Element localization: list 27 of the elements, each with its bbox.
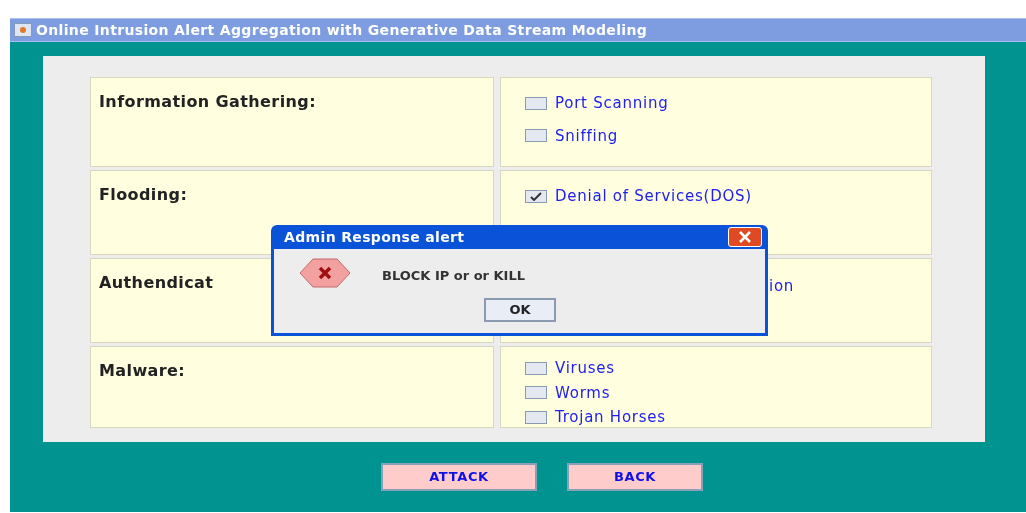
category-label: Information Gathering: (99, 92, 316, 111)
attack-checkbox[interactable]: Denial of Services(DOS) (525, 185, 931, 208)
error-icon (299, 258, 351, 288)
checkbox[interactable] (525, 361, 547, 375)
category-label: Flooding: (99, 185, 188, 204)
close-icon (738, 231, 752, 243)
category-label: Malware: (99, 361, 186, 380)
checkbox[interactable] (525, 410, 547, 424)
app-icon (14, 23, 32, 37)
dialog-message: BLOCK IP or or KILL (382, 267, 526, 285)
attack-checkbox[interactable]: Sniffing (525, 124, 931, 147)
close-button[interactable] (728, 227, 762, 247)
checkbox[interactable] (525, 386, 547, 400)
checkbox[interactable] (525, 96, 547, 110)
ok-button[interactable]: OK (484, 298, 556, 322)
attack-checkbox[interactable]: Trojan Horses (525, 406, 931, 429)
category-label: Authendicat (99, 273, 214, 292)
dialog-title: Admin Response alert (284, 227, 465, 247)
window-title: Online Intrusion Alert Aggregation with Generative Data Stream Modeling (36, 20, 648, 40)
attack-checkbox[interactable]: Worms (525, 381, 931, 404)
checkbox[interactable] (525, 129, 547, 143)
attack-checkbox[interactable]: Port Scanning (525, 92, 931, 115)
checkbox[interactable] (525, 189, 547, 203)
action-button[interactable]: ATTACK (381, 463, 537, 491)
attack-checkbox[interactable]: Viruses (525, 357, 931, 380)
action-button[interactable]: BACK (567, 463, 703, 491)
option-label: ion (769, 276, 796, 297)
